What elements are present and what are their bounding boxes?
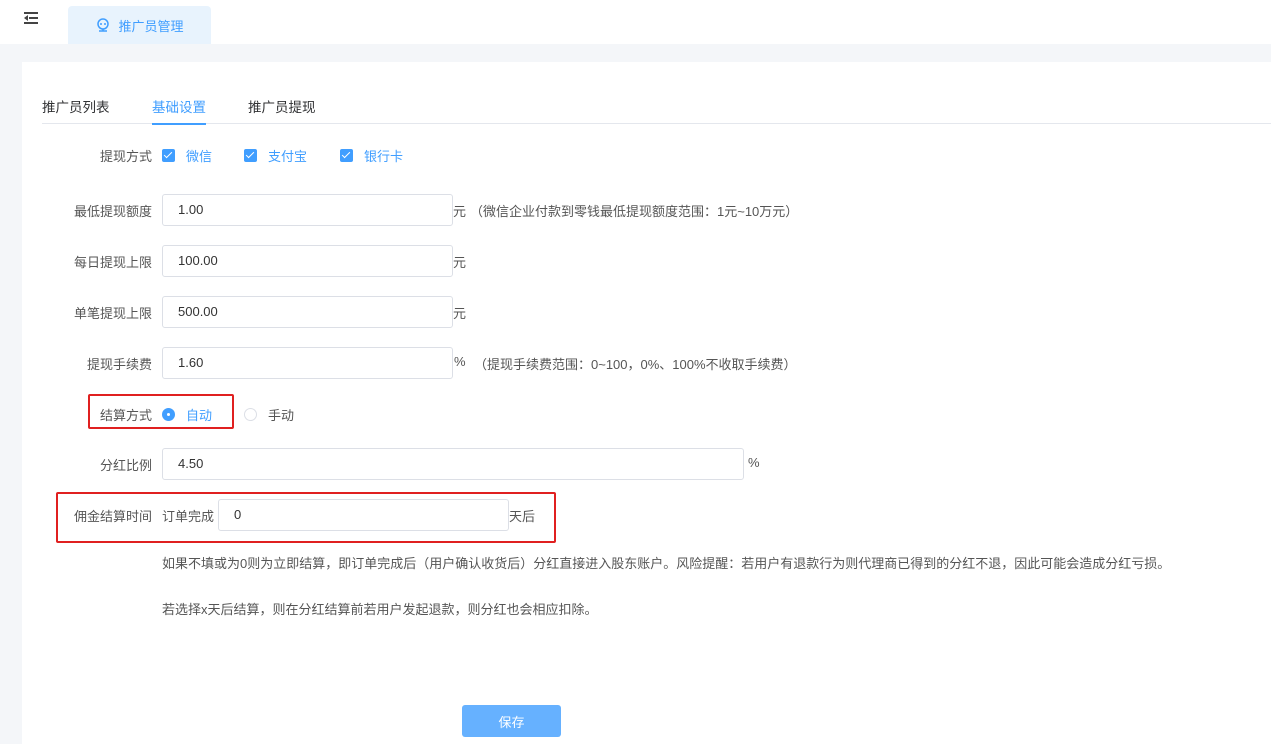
daily-limit-input[interactable]: 100.00 [162,245,453,277]
checkbox-checked-icon [340,149,353,162]
commission-note-2: 若选择x天后结算，则在分红结算前若用户发起退款，则分红也会相应扣除。 [162,602,598,617]
radio-auto[interactable]: 自动 [162,405,212,424]
settle-method-label: 结算方式 [99,408,152,423]
save-button[interactable]: 保存 [462,705,561,737]
left-strip [0,44,22,744]
radio-unselected-icon [244,408,257,421]
fee-unit: % [454,354,466,369]
checkbox-wechat[interactable]: 微信 [162,146,212,165]
commission-time-suffix: 天后 [509,509,536,524]
checkbox-alipay-label: 支付宝 [268,149,308,164]
tab-promoter-management-label: 推广员管理 [118,18,184,34]
radio-manual[interactable]: 手动 [244,405,294,424]
commission-time-prefix: 订单完成 [162,509,215,524]
commission-note-1: 如果不填或为0则为立即结算，即订单完成后（用户确认收货后）分红直接进入股东账户。… [162,556,1171,571]
min-amount-input[interactable]: 1.00 [162,194,453,226]
menu-fold-icon[interactable] [24,12,40,26]
checkbox-checked-icon [162,149,175,162]
daily-limit-label: 每日提现上限 [73,255,152,270]
radio-auto-label: 自动 [186,408,213,423]
min-amount-hint: （微信企业付款到零钱最低提现额度范围：1元~10万元） [470,204,799,219]
fee-label: 提现手续费 [86,357,152,372]
tab-promoter-list[interactable]: 推广员列表 [42,96,110,124]
fee-hint: （提现手续费范围：0~100，0%、100%不收取手续费） [474,357,797,372]
commission-time-label: 佣金结算时间 [73,509,152,524]
single-limit-input[interactable]: 500.00 [162,296,453,328]
daily-limit-unit: 元 [453,255,467,270]
radio-manual-label: 手动 [268,408,295,423]
checkbox-bankcard[interactable]: 银行卡 [340,146,403,165]
dividend-ratio-unit: % [748,455,760,470]
dividend-ratio-input[interactable]: 4.50 [162,448,744,480]
checkbox-bankcard-label: 银行卡 [364,149,404,164]
tab-basic-settings[interactable]: 基础设置 [152,96,206,125]
fee-input[interactable]: 1.60 [162,347,453,379]
checkbox-wechat-label: 微信 [186,149,213,164]
robot-icon [97,18,110,32]
tab-promoter-withdraw[interactable]: 推广员提现 [248,96,316,124]
min-amount-unit: 元 [453,204,467,219]
radio-selected-icon [162,408,175,421]
single-limit-unit: 元 [453,306,467,321]
settings-tabs: 推广员列表 基础设置 推广员提现 [42,92,1271,125]
single-limit-label: 单笔提现上限 [73,306,152,321]
commission-days-input[interactable]: 0 [218,499,509,531]
checkbox-checked-icon [244,149,257,162]
min-amount-label: 最低提现额度 [73,204,152,219]
withdraw-method-label: 提现方式 [99,149,152,164]
top-bar: 推广员管理 [0,0,1271,44]
dividend-ratio-label: 分红比例 [99,458,152,473]
tab-promoter-management[interactable]: 推广员管理 [68,6,211,44]
checkbox-alipay[interactable]: 支付宝 [244,146,307,165]
